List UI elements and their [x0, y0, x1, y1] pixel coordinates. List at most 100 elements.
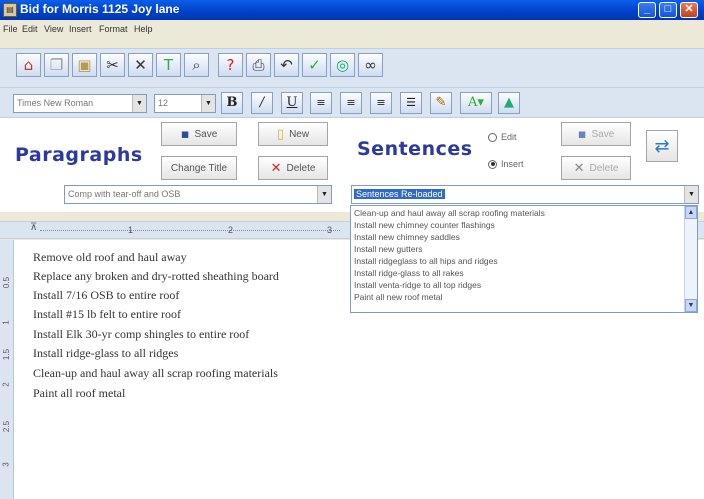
- document-line: Replace any broken and dry-rotted sheath…: [33, 269, 279, 283]
- scroll-up-icon[interactable]: ▲: [685, 206, 697, 219]
- sentence-option[interactable]: Install new chimney saddles: [354, 232, 460, 242]
- vruler-number: 0.5: [2, 276, 12, 289]
- font-size-select[interactable]: 12 ▼: [154, 94, 216, 113]
- document-line: Clean-up and haul away all scrap roofing…: [33, 366, 278, 380]
- print-preview-icon[interactable]: ⌕: [184, 53, 209, 77]
- main-toolbar: ⌂ ❐ ▣ ✂ ✕ T ⌕ ? ⎙ ↶ ✓ ◎ ∞: [0, 48, 704, 88]
- title-bar: ▤ Bid for Morris 1125 Joy lane _ □ ✕: [0, 0, 704, 20]
- indent-marker-icon[interactable]: ⊼: [30, 222, 37, 233]
- template-panel: Paragraphs ▪ Save ▯ New Change Title ✕ D…: [0, 118, 704, 212]
- menu-view[interactable]: View: [44, 24, 63, 34]
- app-icon: ▤: [3, 3, 17, 17]
- paragraph-new-button[interactable]: ▯ New: [258, 122, 328, 146]
- copy-icon[interactable]: ❐: [44, 53, 69, 77]
- sentence-dropdown-list: Clean-up and haul away all scrap roofing…: [350, 205, 698, 313]
- app-window: ▤ Bid for Morris 1125 Joy lane _ □ ✕ Fil…: [0, 0, 704, 499]
- edit-radio[interactable]: Edit: [488, 132, 517, 142]
- document-line: Paint all roof metal: [33, 386, 126, 400]
- document-line: Install #15 lb felt to entire roof: [33, 307, 181, 321]
- sentence-option[interactable]: Install new gutters: [354, 244, 423, 254]
- change-title-button[interactable]: Change Title: [161, 156, 237, 180]
- vruler-number: 2: [1, 382, 11, 387]
- chevron-down-icon: ▼: [201, 95, 215, 112]
- print-icon[interactable]: ⎙: [246, 53, 271, 77]
- document-line: Install 7/16 OSB to entire roof: [33, 288, 180, 302]
- paragraphs-label: Paragraphs: [15, 144, 143, 166]
- paste-icon[interactable]: ▣: [72, 53, 97, 77]
- sentence-option[interactable]: Paint all new roof metal: [354, 292, 442, 302]
- underline-icon[interactable]: U: [281, 92, 303, 114]
- sentence-save-label: Save: [591, 128, 615, 140]
- align-right-icon[interactable]: ≡: [370, 92, 392, 114]
- font-color-icon[interactable]: A▾: [460, 92, 492, 114]
- globe-icon[interactable]: ◎: [330, 53, 355, 77]
- align-left-icon[interactable]: ≡: [310, 92, 332, 114]
- sentence-delete-button[interactable]: ✕ Delete: [561, 156, 631, 180]
- sentence-delete-label: Delete: [589, 162, 619, 174]
- sentences-label: Sentences: [357, 138, 473, 160]
- edit-radio-label: Edit: [501, 132, 517, 142]
- delete-icon[interactable]: ✕: [128, 53, 153, 77]
- document-line: Remove old roof and haul away: [33, 250, 187, 264]
- dropdown-scrollbar[interactable]: ▲ ▼: [684, 206, 697, 312]
- paragraph-delete-button[interactable]: ✕ Delete: [258, 156, 328, 180]
- sentence-select[interactable]: Sentences Re-loaded ▼: [351, 185, 699, 204]
- menu-edit[interactable]: Edit: [22, 24, 38, 34]
- sentence-option[interactable]: Install venta-ridge to all top ridges: [354, 280, 481, 290]
- sentence-option[interactable]: Install ridge-glass to all rakes: [354, 268, 464, 278]
- ruler-number: 1: [128, 225, 134, 235]
- align-center-icon[interactable]: ≡: [340, 92, 362, 114]
- radio-selected-icon: [488, 159, 497, 169]
- delete-x-icon: ✕: [573, 160, 585, 176]
- radio-icon: [488, 132, 497, 142]
- minimize-button[interactable]: _: [638, 2, 656, 18]
- chevron-down-icon: ▼: [317, 186, 331, 203]
- vruler-number: 2.5: [2, 420, 12, 433]
- menu-file[interactable]: File: [3, 24, 18, 34]
- window-title: Bid for Morris 1125 Joy lane: [20, 2, 180, 16]
- home-icon[interactable]: ⌂: [16, 53, 41, 77]
- binoculars-icon[interactable]: ∞: [358, 53, 383, 77]
- menu-insert[interactable]: Insert: [69, 24, 92, 34]
- chevron-down-icon: ▼: [684, 186, 698, 203]
- sentence-option[interactable]: Install ridgeglass to all hips and ridge…: [354, 256, 498, 266]
- save-icon: ▪: [577, 126, 587, 142]
- text-format-icon[interactable]: T: [156, 53, 181, 77]
- menu-format[interactable]: Format: [99, 24, 128, 34]
- bullet-list-icon[interactable]: ☰: [400, 92, 422, 114]
- format-toolbar: Times New Roman ▼ 12 ▼ B / U ≡ ≡ ≡ ☰ ✎ A…: [0, 88, 704, 118]
- paragraph-save-label: Save: [194, 128, 218, 140]
- refresh-button[interactable]: ⇄: [646, 130, 678, 162]
- insert-radio-label: Insert: [501, 159, 524, 169]
- ruler-number: 3: [327, 225, 333, 235]
- chevron-down-icon: ▼: [132, 95, 146, 112]
- sentence-save-button[interactable]: ▪ Save: [561, 122, 631, 146]
- refresh-icon: ⇄: [654, 135, 670, 157]
- undo-icon[interactable]: ↶: [274, 53, 299, 77]
- menu-help[interactable]: Help: [134, 24, 153, 34]
- document-line: Install ridge-glass to all ridges: [33, 346, 179, 360]
- font-name-value: Times New Roman: [17, 98, 94, 108]
- menu-bar: File Edit View Insert Format Help: [0, 20, 704, 38]
- ruler-number: 2: [228, 225, 234, 235]
- close-button[interactable]: ✕: [680, 2, 698, 18]
- maximize-button[interactable]: □: [659, 2, 677, 18]
- new-document-icon: ▯: [276, 126, 285, 142]
- italic-icon[interactable]: /: [251, 92, 273, 114]
- insert-radio[interactable]: Insert: [488, 159, 524, 169]
- highlight-icon[interactable]: ✎: [430, 92, 452, 114]
- scroll-down-icon[interactable]: ▼: [685, 299, 697, 312]
- help-icon[interactable]: ?: [218, 53, 243, 77]
- font-size-value: 12: [158, 98, 169, 108]
- spellcheck-icon[interactable]: ✓: [302, 53, 327, 77]
- cut-icon[interactable]: ✂: [100, 53, 125, 77]
- ruler-ticks: [40, 230, 340, 231]
- sentence-option[interactable]: Install new chimney counter flashings: [354, 220, 495, 230]
- insert-image-icon[interactable]: ▲: [498, 92, 520, 114]
- paragraph-save-button[interactable]: ▪ Save: [161, 122, 237, 146]
- bold-icon[interactable]: B: [221, 92, 243, 114]
- font-name-select[interactable]: Times New Roman ▼: [13, 94, 147, 113]
- paragraph-new-label: New: [289, 128, 310, 140]
- paragraph-select[interactable]: Comp with tear-off and OSB ▼: [64, 185, 332, 204]
- sentence-option[interactable]: Clean-up and haul away all scrap roofing…: [354, 208, 545, 218]
